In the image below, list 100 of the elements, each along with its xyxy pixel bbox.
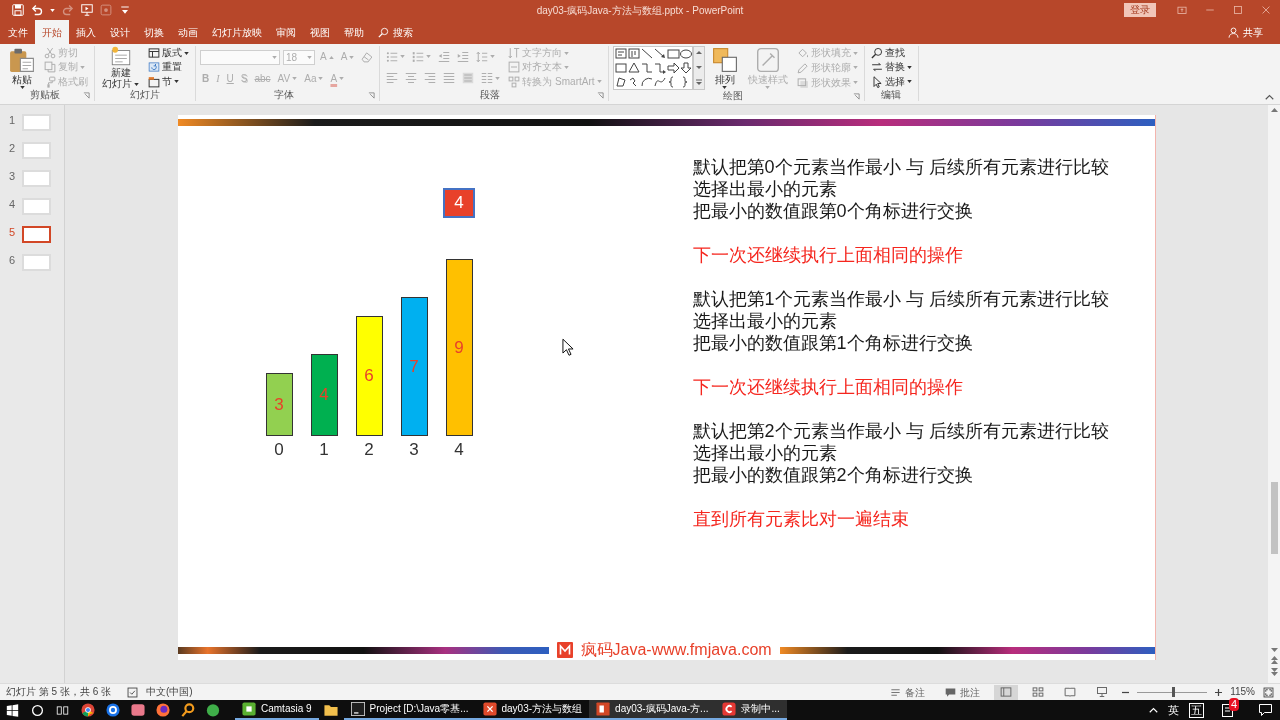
collapse-ribbon-icon[interactable]: [1265, 94, 1274, 100]
value-bar: 6: [355, 316, 383, 436]
presentation-screen-icon[interactable]: [81, 4, 93, 16]
dropdown-menu-icon[interactable]: [119, 4, 131, 16]
taskbar-window-button[interactable]: day03-疯码Java-方...: [589, 700, 716, 720]
ribbon-tab[interactable]: 切换: [137, 20, 171, 44]
arrange-icon: [711, 47, 738, 73]
app-icon: [130, 703, 145, 717]
save-icon[interactable]: [12, 4, 24, 16]
shape-gallery[interactable]: [612, 46, 705, 90]
numbered-list-icon: [412, 50, 425, 63]
tell-me-search[interactable]: 搜索: [371, 20, 420, 44]
frame-corners-icon[interactable]: [1263, 686, 1274, 698]
section-button[interactable]: 节: [146, 74, 181, 89]
speech-bubble-icon[interactable]: [1259, 704, 1272, 716]
app-icon: [596, 702, 611, 716]
find-button[interactable]: 查找: [868, 46, 907, 61]
ribbon-tab[interactable]: 幻灯片放映: [205, 20, 269, 44]
layout-button[interactable]: 版式: [146, 46, 191, 61]
dialog-launcher-icon[interactable]: [83, 91, 90, 99]
share-button[interactable]: 共享: [1221, 20, 1270, 44]
input-language[interactable]: 英: [1168, 703, 1179, 717]
sign-in-button[interactable]: 登录: [1124, 3, 1156, 17]
undo-icon[interactable]: [31, 4, 43, 16]
increase-indent-icon: [457, 50, 470, 63]
taskbar-window-button[interactable]: Camtasia 9: [235, 700, 319, 720]
ribbon-tab[interactable]: 插入: [69, 20, 103, 44]
text-lines-icon: [890, 686, 902, 698]
reset-button[interactable]: 重置: [146, 60, 184, 75]
decrease-indent-icon: [438, 50, 451, 63]
layout-icon: [148, 47, 160, 60]
justify-icon: [443, 72, 456, 85]
window-arrow-icon[interactable]: [1177, 5, 1187, 15]
ribbon-tab[interactable]: 视图: [303, 20, 337, 44]
highlight-text: 下一次还继续执行上面相同的操作: [692, 376, 964, 398]
zoom-in-icon[interactable]: [1215, 688, 1223, 696]
select-button[interactable]: 选择: [868, 74, 914, 89]
index-label: 1: [319, 440, 329, 460]
start-icon[interactable]: [6, 703, 19, 717]
scroll-up-icon[interactable]: [1270, 108, 1278, 112]
body-text: 选择出最小的元素: [692, 310, 838, 332]
paintbrush-icon: [44, 75, 56, 88]
two-panes-icon[interactable]: [56, 703, 69, 717]
next-slide-icon[interactable]: [1270, 668, 1278, 676]
taskbar-window-button[interactable]: Project [D:\Java零基...: [343, 700, 476, 720]
paste-button[interactable]: 粘贴: [6, 46, 38, 89]
body-text: 把最小的数值跟第1个角标进行交换: [692, 332, 974, 354]
ribbon-tab[interactable]: 开始: [35, 20, 69, 44]
app-icon: [205, 703, 220, 717]
notes-button[interactable]: 备注: [884, 684, 932, 700]
language-label[interactable]: 中文(中国): [146, 686, 193, 698]
comments-button[interactable]: 批注: [939, 684, 987, 700]
taskbar-window-button[interactable]: 录制中...: [715, 700, 787, 720]
taskbar-window-button[interactable]: day03-方法与数组: [475, 700, 590, 720]
notification-badge: 4: [1228, 697, 1239, 711]
ribbon-tab[interactable]: 帮助: [337, 20, 371, 44]
swap-arrows-icon: [870, 61, 883, 74]
person-icon: [1228, 26, 1239, 38]
index-label: 0: [274, 440, 284, 460]
slide-thumbnail[interactable]: [22, 226, 51, 243]
ribbon-tab[interactable]: 文件: [1, 20, 35, 44]
normal-view-button[interactable]: [994, 684, 1019, 700]
ring-icon[interactable]: [31, 703, 44, 717]
pencil-icon: [796, 62, 809, 74]
text-direction-icon: [508, 47, 521, 60]
app-icon: [180, 703, 195, 717]
slider-thumb[interactable]: [1172, 687, 1176, 697]
dialog-launcher-icon[interactable]: [852, 92, 860, 100]
note-icon[interactable]: [1222, 704, 1233, 718]
tick-square-icon[interactable]: [127, 686, 138, 698]
index-label: 2: [364, 440, 374, 460]
close-icon[interactable]: [1261, 5, 1271, 15]
ribbon-tab[interactable]: 设计: [103, 20, 137, 44]
replace-button[interactable]: 替换: [868, 60, 914, 75]
input-mode[interactable]: 五: [1189, 702, 1204, 718]
align-left-icon: [386, 72, 399, 85]
scrollbar-thumb[interactable]: [1270, 482, 1278, 554]
zoom-level[interactable]: 115%: [1230, 686, 1255, 698]
previous-slide-icon[interactable]: [1270, 656, 1278, 664]
pointer-icon: [870, 75, 883, 88]
shadowed-square-icon: [796, 76, 809, 89]
scissors-icon: [44, 47, 56, 60]
ribbon-tab[interactable]: 动画: [171, 20, 205, 44]
chevron-up-icon[interactable]: [1149, 707, 1158, 713]
group-label: 绘图: [721, 90, 744, 102]
scroll-down-icon[interactable]: [1270, 648, 1278, 652]
ribbon-tab[interactable]: 审阅: [269, 20, 303, 44]
align-center-icon: [405, 72, 418, 85]
app-icon: [155, 703, 170, 717]
new-slide-button[interactable]: 新建 幻灯片: [99, 46, 142, 89]
app-icon: [80, 703, 95, 717]
dialog-launcher-icon[interactable]: [368, 91, 376, 99]
columns-icon: [481, 72, 494, 85]
three-boxes-icon: [508, 75, 521, 88]
dialog-launcher-icon[interactable]: [596, 91, 604, 99]
arrange-button[interactable]: 排列: [708, 47, 741, 89]
app-icon: [482, 702, 497, 716]
bullet-list-icon: [386, 50, 399, 63]
maximize-icon[interactable]: [1233, 5, 1243, 15]
search-icon: [378, 26, 389, 38]
